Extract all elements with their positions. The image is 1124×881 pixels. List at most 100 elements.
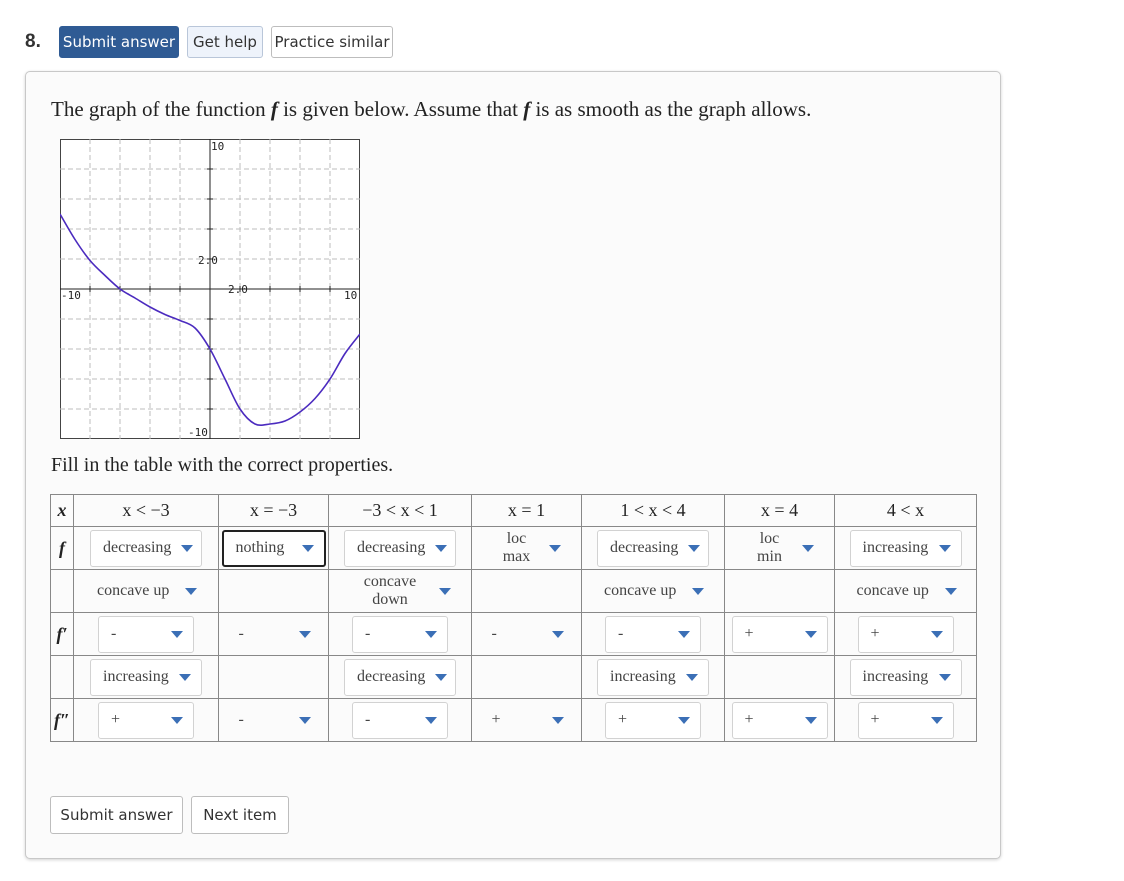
fprime-sign-select-value: + [744, 625, 754, 642]
table-row-fprime: f′ - - - - - + + [50, 612, 977, 656]
fdoubleprime-sign-select[interactable]: + [479, 702, 575, 739]
fprime-behavior-select-value: decreasing [357, 668, 426, 685]
f-behavior-select-value: loc min [757, 530, 782, 565]
fdoubleprime-sign-select[interactable]: + [605, 701, 701, 739]
axis-label-left: -10 [61, 289, 81, 302]
question-number: 8. [25, 31, 41, 52]
f-concavity-select[interactable]: concave up [844, 573, 968, 610]
submit-answer-bottom-button[interactable]: Submit answer [50, 796, 183, 834]
f-behavior-select[interactable]: loc max [482, 530, 572, 567]
f-concavity-select-value: concave down [363, 573, 417, 608]
fprime-sign-select[interactable]: - [605, 615, 701, 653]
fprime-sign-select-cell: - [73, 612, 219, 656]
chevron-down-icon [298, 716, 311, 724]
fprime-sign-select[interactable]: + [731, 615, 828, 653]
instruction-text: Fill in the table with the correct prope… [51, 454, 394, 476]
fprime-sign-select-value: - [238, 625, 244, 642]
f-concavity-select-cell: concave up [581, 569, 725, 613]
fprime-sign-select[interactable]: - [352, 615, 448, 653]
f-behavior-select[interactable]: decreasing [597, 529, 709, 567]
f-behavior-select[interactable]: decreasing [90, 529, 202, 567]
axis-label-top: 10 [211, 140, 224, 153]
f-behavior-select[interactable]: nothing [221, 529, 326, 567]
chevron-down-icon [548, 544, 561, 552]
fdoubleprime-sign-select[interactable]: + [731, 701, 828, 739]
prompt-text-1: The graph of the function [51, 97, 271, 121]
f-behavior-select-cell: loc min [724, 526, 835, 570]
fdoubleprime-sign-select[interactable]: + [98, 701, 194, 739]
row-label-f: f [50, 526, 74, 570]
fdoubleprime-sign-select[interactable]: - [352, 701, 448, 739]
fdoubleprime-sign-select-value: - [365, 711, 371, 728]
get-help-button[interactable]: Get help [187, 26, 263, 58]
fprime-behavior-select[interactable]: decreasing [344, 658, 456, 696]
chevron-down-icon [551, 716, 564, 724]
fprime-sign-select[interactable]: - [479, 616, 575, 653]
fprime-behavior-select[interactable]: increasing [597, 658, 709, 696]
row-label-empty [50, 569, 74, 613]
submit-answer-button[interactable]: Submit answer [59, 26, 179, 58]
chevron-down-icon [678, 716, 690, 724]
fprime-behavior-select[interactable]: increasing [849, 658, 962, 696]
f-concavity-select-cell: concave up [834, 569, 977, 613]
fprime-sign-select-value: - [111, 625, 117, 642]
f-behavior-select-value: decreasing [103, 539, 172, 556]
fprime-behavior-select-value: increasing [103, 668, 169, 685]
fdoubleprime-sign-select-cell: + [581, 698, 725, 742]
practice-similar-button[interactable]: Practice similar [271, 26, 393, 58]
fdoubleprime-sign-select-cell: - [328, 698, 472, 742]
axis-label-right: 10 [344, 289, 357, 302]
fprime-behavior-select-cell: decreasing [328, 655, 472, 699]
fprime-sign-select[interactable]: + [857, 615, 954, 653]
table-row-f-concavity: concave up concave down concave up concave … [50, 569, 977, 613]
fdoubleprime-sign-select[interactable]: + [857, 701, 954, 739]
f-concavity-select-value: concave up [856, 582, 929, 599]
chevron-down-icon [692, 587, 704, 595]
fdoubleprime-sign-select-value: + [111, 711, 121, 728]
chevron-down-icon [801, 544, 814, 552]
f-behavior-select-cell: nothing [218, 526, 329, 570]
chevron-down-icon [425, 716, 437, 724]
chevron-down-icon [439, 587, 451, 595]
table-row-f: f decreasing nothing decreasing loc max decre… [50, 526, 977, 570]
prompt-text-2: is given below. Assume that [277, 97, 524, 121]
fprime-sign-select[interactable]: - [98, 615, 194, 653]
chevron-down-icon [435, 544, 448, 552]
fprime-sign-select-value: - [491, 625, 497, 642]
f-behavior-select-value: decreasing [357, 539, 426, 556]
fdoubleprime-sign-select-cell: - [218, 698, 329, 742]
fdoubleprime-sign-select-value: + [618, 711, 628, 728]
column-header: x = 1 [471, 494, 582, 527]
chevron-down-icon [686, 673, 698, 681]
f-concavity-select-cell [471, 569, 582, 613]
axis-label-bottom: -10 [188, 426, 208, 439]
column-header: 1 < x < 4 [581, 494, 725, 527]
f-behavior-select[interactable]: increasing [849, 529, 962, 567]
fdoubleprime-sign-select-value: + [744, 711, 754, 728]
fdoubleprime-sign-select-cell: + [834, 698, 977, 742]
chevron-down-icon [179, 673, 191, 681]
chevron-down-icon [425, 630, 437, 638]
f-concavity-select[interactable]: concave up [591, 573, 715, 610]
question-prompt: The graph of the function f is given bel… [51, 97, 811, 122]
fdoubleprime-sign-select-value: + [491, 711, 501, 728]
f-behavior-select[interactable]: loc min [735, 530, 825, 567]
fprime-sign-select[interactable]: - [226, 616, 322, 653]
f-concavity-select[interactable]: concave up [84, 573, 208, 610]
chevron-down-icon [804, 716, 817, 724]
fprime-sign-select-cell: - [328, 612, 472, 656]
fprime-behavior-select-cell: increasing [834, 655, 977, 699]
chevron-down-icon [688, 544, 701, 552]
chevron-down-icon [944, 587, 957, 595]
f-behavior-select[interactable]: decreasing [344, 529, 456, 567]
f-behavior-select-cell: increasing [834, 526, 977, 570]
fdoubleprime-sign-select[interactable]: - [226, 702, 322, 739]
fprime-sign-select-value: - [365, 625, 371, 642]
f-behavior-select-cell: loc max [471, 526, 582, 570]
next-item-button[interactable]: Next item [191, 796, 289, 834]
f-concavity-select[interactable]: concave down [338, 573, 462, 610]
chevron-down-icon [181, 544, 194, 552]
fprime-behavior-select[interactable]: increasing [90, 658, 202, 696]
column-header: x = 4 [724, 494, 835, 527]
row-label-fprime: f′ [50, 612, 74, 656]
